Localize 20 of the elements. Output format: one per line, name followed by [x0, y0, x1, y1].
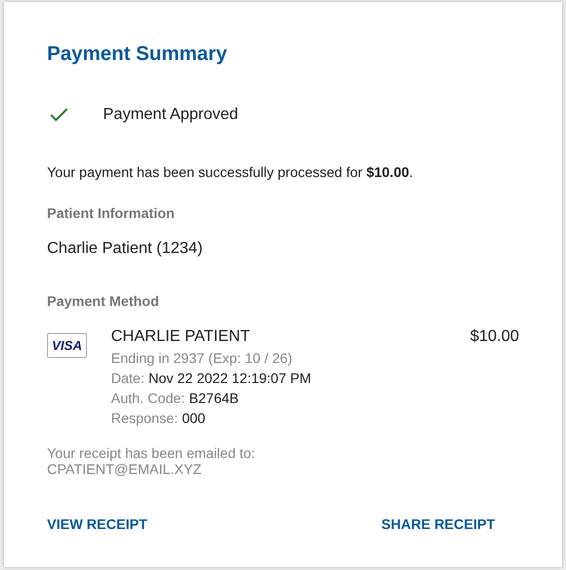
- page-title: Payment Summary: [47, 42, 228, 67]
- detail-label: Response:: [111, 409, 178, 428]
- card-logo: VISA: [47, 333, 87, 358]
- section-heading: Patient Information: [47, 204, 176, 222]
- detail-value: 000: [182, 409, 206, 428]
- card-ending: Ending in 2937 (Exp: 10 / 26): [111, 349, 294, 368]
- receipt-link[interactable]: VIEW RECEIPT: [47, 515, 148, 533]
- detail-label: Date:: [111, 369, 144, 388]
- patient-name: Charlie Patient (1234): [47, 239, 204, 259]
- section-heading: Payment Method: [47, 292, 160, 310]
- detail-label: Auth. Code:: [111, 389, 185, 408]
- detail-value: Nov 22 2022 12:19:07 PM: [148, 369, 312, 388]
- cardholder-name: CHARLIE PATIENT: [111, 327, 250, 347]
- receipt-note: Your receipt has been emailed to:: [47, 445, 256, 461]
- confirmation-message: Your payment has been successfully processed for $10.00.: [47, 163, 414, 182]
- receipt-note: CPATIENT@EMAIL.XYZ: [47, 461, 202, 477]
- detail-value: B2764B: [188, 389, 239, 408]
- receipt-link[interactable]: SHARE RECEIPT: [381, 515, 495, 533]
- payment-amount: $10.00: [470, 327, 519, 347]
- status-text: Payment Approved: [103, 105, 238, 125]
